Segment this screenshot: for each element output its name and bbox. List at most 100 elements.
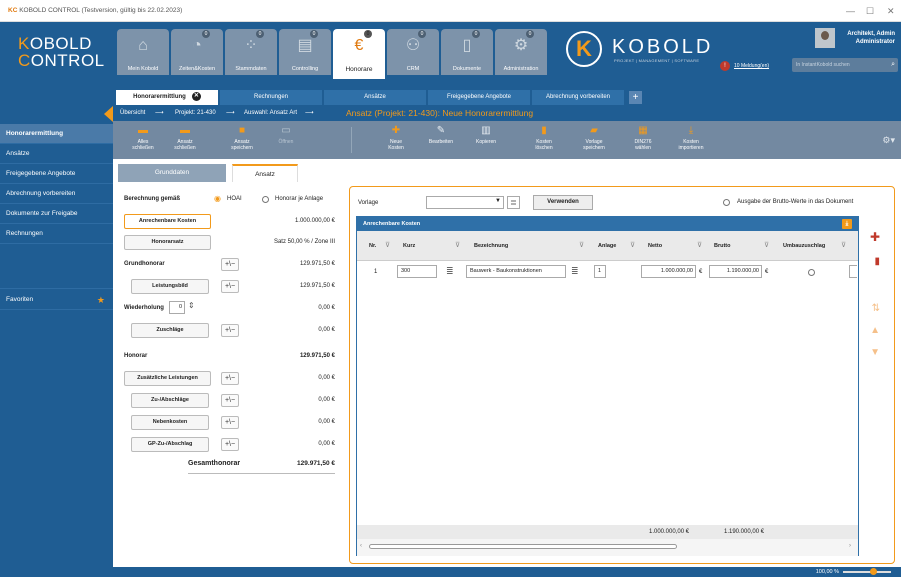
messages-link[interactable]: 10 Meldung(en) — [734, 63, 769, 69]
copy-button[interactable]: ▥ Kopieren — [465, 125, 507, 145]
sidebar-item-freigegebene-angebote[interactable]: Freigegebene Angebote — [0, 164, 113, 184]
nav-zeiten-kosten[interactable]: 0 ◔ Zeiten&Kosten — [171, 29, 223, 75]
nebenkosten-plusminus-button[interactable]: +\− — [221, 416, 239, 429]
netto-input[interactable]: 1.000.000,00 — [641, 265, 696, 278]
tab-freigegebene-angebote[interactable]: Freigegebene Angebote — [428, 90, 530, 105]
move-up-icon[interactable]: ▲ — [870, 326, 880, 336]
search-icon[interactable]: ⌕ — [891, 58, 895, 72]
column-anlage[interactable]: Anlage — [598, 243, 616, 249]
minimize-button[interactable]: — — [846, 0, 855, 22]
close-tab-icon[interactable]: ✕ — [191, 91, 201, 101]
kobold-control-logo[interactable]: KOBOLD CONTROL — [18, 35, 105, 69]
leistungsbild-plusminus-button[interactable]: +\− — [221, 280, 239, 293]
import-costs-button[interactable]: ⤓ Kosten importieren — [670, 125, 712, 151]
close-ansatz-button[interactable]: ▬ Ansatz schließen — [164, 125, 206, 151]
filter-icon[interactable]: ⊽ — [764, 241, 769, 249]
tab-ansatz[interactable]: Ansatz — [232, 164, 298, 182]
new-costs-button[interactable]: ✚ Neue Kosten — [375, 125, 417, 151]
tab-abrechnung-vorbereiten[interactable]: Abrechnung vorbereiten — [532, 90, 624, 105]
zu-abschlaege-button[interactable]: Zu-/Abschläge — [131, 393, 209, 408]
zoom-slider[interactable] — [843, 571, 891, 573]
bezeichnung-input[interactable]: Bauwerk - Baukonstruktionen — [466, 265, 566, 278]
export-icon[interactable]: ⤓ — [842, 219, 852, 229]
scroll-left-icon[interactable]: ‹ — [360, 543, 362, 549]
breadcrumb-overview[interactable]: Übersicht — [120, 105, 145, 121]
anrechenbare-kosten-button[interactable]: Anrechenbare Kosten — [124, 214, 211, 229]
nav-administration[interactable]: 0 ⚙ Administration — [495, 29, 547, 75]
zuabschlaege-plusminus-button[interactable]: +\− — [221, 394, 239, 407]
filter-icon[interactable]: ⊽ — [579, 241, 584, 249]
table-row[interactable]: 1 300 ≣ Bauwerk - Baukonstruktionen ≣ 1 … — [357, 262, 858, 282]
save-template-button[interactable]: ▰ Vorlage speichern — [573, 125, 615, 151]
add-tab-button[interactable]: + — [629, 91, 642, 104]
close-all-button[interactable]: ▬ Alles schließen — [122, 125, 164, 151]
zuschlaege-plusminus-button[interactable]: +\− — [221, 324, 239, 337]
tab-honorarermittlung[interactable]: Honorarermittlung ✕ — [116, 90, 218, 105]
nav-controlling[interactable]: 0 ▤ Controlling — [279, 29, 331, 75]
filter-icon[interactable]: ⊽ — [455, 241, 460, 249]
filter-icon[interactable]: ⊽ — [841, 241, 846, 249]
zusaetzliche-plusminus-button[interactable]: +\− — [221, 372, 239, 385]
din276-select-button[interactable]: ▦ DIN276 wählen — [622, 125, 664, 151]
scrollbar-thumb[interactable] — [369, 544, 677, 549]
sidebar-favorites[interactable]: Favoriten ★ — [0, 288, 113, 310]
nav-crm[interactable]: 0 ⚇ CRM — [387, 29, 439, 75]
star-icon[interactable]: ★ — [97, 289, 105, 311]
tab-rechnungen[interactable]: Rechnungen — [220, 90, 322, 105]
column-netto[interactable]: Netto — [648, 243, 662, 249]
maximize-button[interactable]: ☐ — [866, 0, 874, 22]
sort-icon[interactable]: ⇅ — [872, 304, 880, 314]
nebenkosten-button[interactable]: Nebenkosten — [131, 415, 209, 430]
horizontal-scrollbar[interactable]: ‹ › — [357, 539, 858, 556]
radio-checked-icon[interactable]: ◉ — [214, 194, 221, 203]
nav-dokumente[interactable]: 0 ▯ Dokumente — [441, 29, 493, 75]
search-input[interactable]: In InstantKobold suchen ⌕ — [792, 58, 898, 72]
open-button[interactable]: ▭ Öffnen — [265, 125, 307, 145]
column-nr[interactable]: Nr. — [369, 243, 376, 249]
tab-ansaetze[interactable]: Ansätze — [324, 90, 426, 105]
brutto-output-radio[interactable] — [723, 199, 730, 206]
sidebar-item-honorarermittlung[interactable]: Honorarermittlung — [0, 124, 113, 144]
sidebar-item-dokumente-zur-freigabe[interactable]: Dokumente zur Freigabe — [0, 204, 113, 224]
add-row-icon[interactable]: ✚ — [870, 231, 880, 243]
scroll-right-icon[interactable]: › — [849, 543, 851, 549]
column-umbauzuschlag[interactable]: Umbauzuschlag — [783, 243, 825, 249]
column-bezeichnung[interactable]: Bezeichnung — [474, 243, 508, 249]
filter-icon[interactable]: ⊽ — [630, 241, 635, 249]
delete-row-icon[interactable]: ▮ — [874, 257, 880, 267]
breadcrumb-selection[interactable]: Auswahl: Ansatz Art — [244, 105, 297, 121]
alert-icon[interactable]: ! — [720, 61, 730, 71]
zusaetzliche-leistungen-button[interactable]: Zusätzliche Leistungen — [124, 371, 211, 386]
list-icon[interactable]: ≣ — [507, 196, 520, 209]
save-ansatz-button[interactable]: ■ Ansatz speichern — [221, 125, 263, 151]
chevron-down-icon[interactable]: ▼ — [495, 198, 501, 204]
gp-zu-abschlag-button[interactable]: GP-Zu-/Abschlag — [131, 437, 209, 452]
anlage-input[interactable]: 1 — [594, 265, 606, 278]
gear-icon[interactable]: ⚙▾ — [882, 135, 895, 146]
umbauzuschlag-radio[interactable] — [808, 269, 815, 276]
vorlage-select[interactable]: ▼ — [426, 196, 504, 209]
list-icon[interactable]: ≣ — [446, 266, 454, 277]
zuschlaege-button[interactable]: Zuschläge — [131, 323, 209, 338]
breadcrumb-project[interactable]: Projekt: 21-430 — [175, 105, 216, 121]
edit-button[interactable]: ✎ Bearbeiten — [420, 125, 462, 145]
column-kurz[interactable]: Kurz — [403, 243, 415, 249]
verwenden-button[interactable]: Verwenden — [533, 195, 593, 210]
spinner-icon[interactable]: ⇕ — [188, 301, 195, 310]
sidebar-item-abrechnung-vorbereiten[interactable]: Abrechnung vorbereiten — [0, 184, 113, 204]
wiederholung-input[interactable]: 0 — [169, 301, 185, 314]
filter-icon[interactable]: ⊽ — [385, 241, 390, 249]
leistungsbild-button[interactable]: Leistungsbild — [131, 279, 209, 294]
nav-honorare[interactable]: 0 € Honorare — [333, 29, 385, 79]
honorarsatz-button[interactable]: Honorarsatz — [124, 235, 211, 250]
collapse-sidebar-icon[interactable] — [104, 106, 113, 122]
filter-icon[interactable]: ⊽ — [697, 241, 702, 249]
move-down-icon[interactable]: ▼ — [870, 348, 880, 358]
column-brutto[interactable]: Brutto — [714, 243, 731, 249]
zoom-slider-knob[interactable] — [870, 568, 877, 575]
nav-stammdaten[interactable]: 0 ⁘ Stammdaten — [225, 29, 277, 75]
sidebar-item-ansaetze[interactable]: Ansätze — [0, 144, 113, 164]
user-info[interactable]: Architekt, Admin Administrator — [847, 30, 895, 46]
gp-plusminus-button[interactable]: +\− — [221, 438, 239, 451]
avatar[interactable] — [815, 28, 835, 48]
